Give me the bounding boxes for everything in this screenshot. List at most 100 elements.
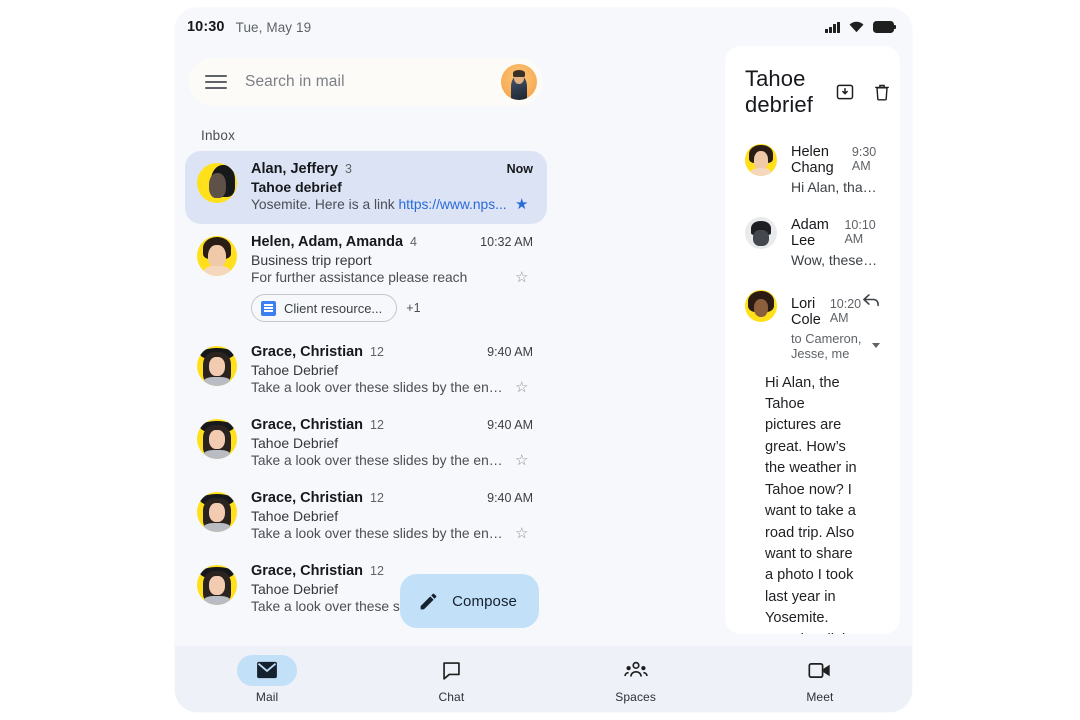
mail-icon (237, 654, 298, 686)
nav-item-spaces[interactable]: Spaces (544, 655, 728, 704)
email-list: Alan, Jeffery 3 Now Tahoe debrief Yosemi… (175, 151, 557, 626)
signal-bars-icon (825, 21, 840, 33)
message-time: 9:30 AM (851, 145, 877, 173)
nav-label-meet: Meet (806, 689, 834, 704)
table-row[interactable]: Alan, Jeffery 3 Now Tahoe debrief Yosemi… (185, 151, 547, 224)
table-row[interactable]: Grace, Christian 12 9:40 AM Tahoe Debrie… (185, 334, 547, 407)
star-icon[interactable]: ☆ (515, 453, 533, 468)
page-title: Tahoe debrief (745, 66, 813, 117)
chevron-down-icon[interactable] (872, 343, 880, 348)
star-icon[interactable]: ☆ (515, 270, 533, 285)
row-time: 10:32 AM (480, 235, 533, 249)
row-count: 12 (370, 345, 384, 359)
star-icon[interactable]: ★ (515, 197, 533, 212)
status-bar: 10:30 Tue, May 19 (175, 8, 912, 46)
row-count: 12 (370, 418, 384, 432)
battery-icon (873, 21, 897, 33)
star-icon[interactable]: ☆ (515, 380, 533, 395)
bottom-navigation: Mail Chat Spaces Meet (175, 646, 912, 712)
row-snippet: Yosemite. Here is a link https://www.nps… (251, 197, 507, 212)
avatar (197, 419, 237, 459)
avatar (197, 163, 237, 203)
row-snippet-link[interactable]: https://www.nps... (399, 197, 507, 212)
status-time: 10:30 (187, 19, 225, 35)
status-indicators (825, 21, 897, 33)
table-row[interactable]: Grace, Christian 12 9:40 AM Tahoe Debrie… (185, 480, 547, 553)
mail-list-pane: Search in mail Inbox Alan, Jeffery 3 Now… (175, 46, 557, 646)
row-snippet: Take a look over these slides by the end… (251, 526, 507, 541)
avatar (745, 217, 777, 249)
message-sender: Helen Chang (791, 144, 834, 176)
row-senders: Grace, Christian (251, 490, 364, 506)
message-recipients[interactable]: to Cameron, Jesse, me (791, 331, 880, 361)
list-item[interactable]: Lori Cole 10:20 AM to Cameron, Jesse, me (745, 290, 880, 361)
account-avatar[interactable] (501, 64, 537, 100)
attachment-chips: Client resource... +1 (251, 294, 533, 322)
thread-pane: Tahoe debrief Helen Chang 9:30 AM Hi Ala… (725, 46, 900, 634)
row-snippet: Take a look over these slides by the end… (251, 453, 507, 468)
nav-item-mail[interactable]: Mail (175, 654, 359, 704)
message-preview: Wow, these picturese are awesome. T... (791, 252, 880, 268)
list-item[interactable]: Adam Lee 10:10 AM Wow, these picturese a… (745, 217, 880, 268)
avatar (197, 346, 237, 386)
nav-label-chat: Chat (438, 689, 465, 704)
hamburger-menu-icon[interactable] (205, 74, 227, 90)
message-preview: Hi Alan, thank you so much for sharin... (791, 179, 880, 195)
row-subject: Tahoe Debrief (251, 362, 339, 378)
compose-button[interactable]: Compose (400, 574, 539, 628)
row-count: 12 (370, 564, 384, 578)
row-count: 4 (410, 235, 417, 249)
row-time: Now (506, 162, 533, 176)
avatar (197, 492, 237, 532)
row-senders: Grace, Christian (251, 563, 364, 579)
row-count: 12 (370, 491, 384, 505)
row-time: 9:40 AM (487, 418, 533, 432)
avatar (197, 236, 237, 276)
row-subject: Tahoe Debrief (251, 435, 339, 451)
archive-icon[interactable] (835, 82, 855, 102)
message-body: Hi Alan, the Tahoe pictures are great. H… (745, 371, 880, 635)
message-recipients-text: to Cameron, Jesse, me (791, 330, 862, 361)
table-row[interactable]: Grace, Christian 12 9:40 AM Tahoe Debrie… (185, 407, 547, 480)
list-item[interactable]: Helen Chang 9:30 AM Hi Alan, thank you s… (745, 144, 880, 195)
nav-label-spaces: Spaces (615, 689, 656, 704)
nav-item-meet[interactable]: Meet (728, 655, 912, 704)
nav-label-mail: Mail (255, 689, 279, 704)
status-date: Tue, May 19 (235, 19, 312, 35)
pencil-icon (420, 593, 437, 609)
screenshot-root: 10:30 Tue, May 19 Search in mail Inbox A… (0, 0, 1080, 720)
nav-item-chat[interactable]: Chat (359, 655, 543, 704)
attachment-overflow-count: +1 (406, 301, 421, 315)
row-snippet: For further assistance please reach (251, 270, 468, 285)
row-time: 9:40 AM (487, 491, 533, 505)
reply-icon[interactable] (861, 291, 881, 308)
delete-icon[interactable] (872, 82, 892, 102)
message-body-text: Hi Alan, the Tahoe pictures are great. H… (765, 374, 857, 635)
message-time: 10:20 AM (829, 296, 862, 325)
compose-label: Compose (452, 592, 517, 610)
search-input[interactable]: Search in mail (245, 73, 501, 91)
row-senders: Alan, Jeffery (251, 161, 339, 177)
row-senders: Grace, Christian (251, 344, 364, 360)
message-sender: Lori Cole (791, 295, 821, 328)
row-senders: Grace, Christian (251, 417, 364, 433)
inbox-label: Inbox (201, 128, 236, 143)
row-snippet: Take a look over these slides by the end… (251, 380, 507, 395)
video-camera-icon (790, 655, 850, 686)
table-row[interactable]: Helen, Adam, Amanda 4 10:32 AM Business … (185, 224, 547, 334)
avatar (745, 144, 777, 176)
row-subject: Business trip report (251, 252, 372, 268)
thread-header: Tahoe debrief (725, 46, 900, 118)
row-time: 9:40 AM (487, 345, 533, 359)
attachment-chip[interactable]: Client resource... (251, 294, 398, 322)
row-subject: Tahoe debrief (251, 179, 342, 195)
message-list: Helen Chang 9:30 AM Hi Alan, thank you s… (725, 118, 900, 634)
star-icon[interactable]: ☆ (515, 526, 533, 541)
row-snippet-text: Yosemite. Here is a link (251, 197, 399, 212)
avatar (197, 565, 237, 605)
message-time: 10:10 AM (844, 218, 876, 246)
attachment-chip-label: Client resource... (284, 300, 383, 316)
search-bar[interactable]: Search in mail (189, 58, 543, 106)
device-frame: 10:30 Tue, May 19 Search in mail Inbox A… (175, 8, 912, 712)
spaces-people-icon (606, 655, 666, 686)
